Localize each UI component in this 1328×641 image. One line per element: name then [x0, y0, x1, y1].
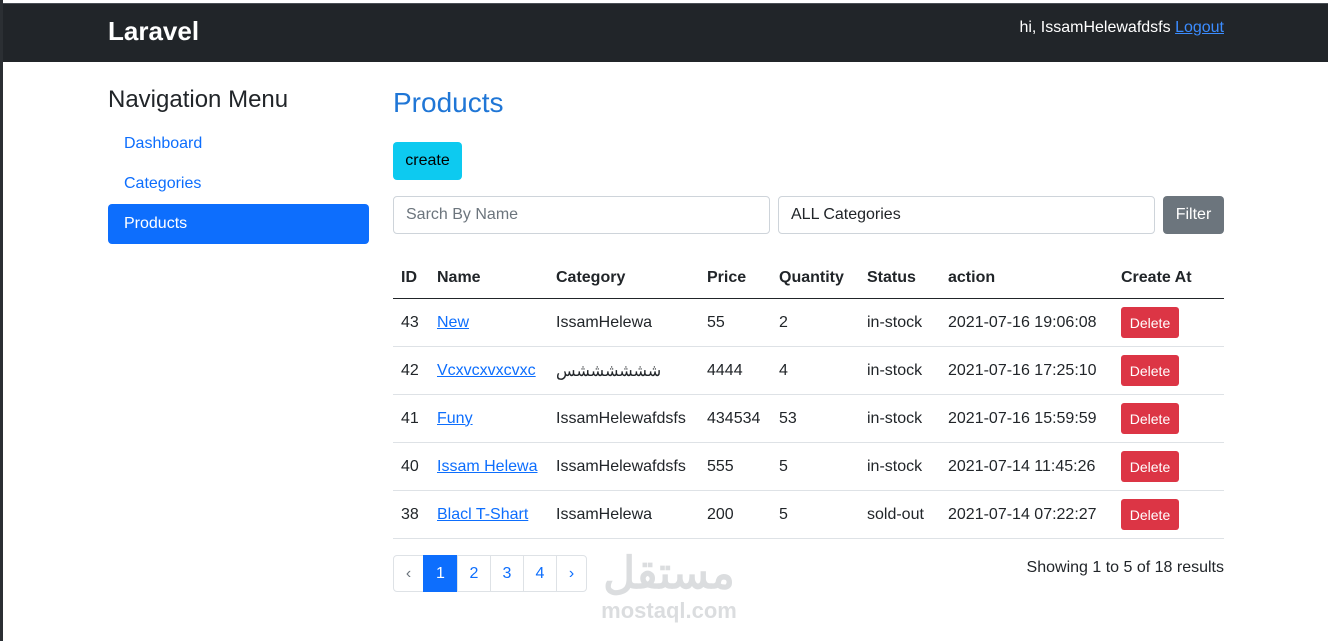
- cell-price: 434534: [699, 394, 771, 443]
- user-greeting: hi, IssamHelewafdsfs Logout: [1019, 19, 1224, 37]
- cell-id: 41: [393, 394, 429, 443]
- column-header: ID: [393, 258, 429, 299]
- cell-id: 40: [393, 442, 429, 491]
- results-summary: Showing 1 to 5 of 18 results: [1026, 559, 1224, 576]
- cell-created: 2021-07-16 19:06:08: [940, 298, 1113, 347]
- cell-status: in-stock: [859, 346, 940, 395]
- cell-quantity: 2: [771, 298, 859, 347]
- cell-action: Delete: [1113, 298, 1224, 347]
- create-button[interactable]: create: [393, 142, 462, 180]
- cell-created: 2021-07-14 11:45:26: [940, 442, 1113, 491]
- cell-quantity: 5: [771, 490, 859, 539]
- product-name-link[interactable]: New: [437, 314, 469, 331]
- sidebar-item-products[interactable]: Products: [108, 204, 369, 244]
- search-input[interactable]: [393, 196, 770, 234]
- sidebar-item-dashboard[interactable]: Dashboard: [108, 124, 369, 164]
- delete-button[interactable]: Delete: [1121, 499, 1179, 530]
- cell-created: 2021-07-16 15:59:59: [940, 394, 1113, 443]
- category-select[interactable]: ALL Categories: [778, 196, 1155, 234]
- pagination-prev[interactable]: ‹: [393, 555, 424, 592]
- pagination: ‹ 1 2 3 4 ›: [393, 555, 587, 592]
- delete-button[interactable]: Delete: [1121, 307, 1179, 338]
- table-header-row: ID Name Category Price Quantity Status a…: [393, 258, 1224, 299]
- table-row: 41 Funy IssamHelewafdsfs 434534 53 in-stock 20…: [393, 394, 1224, 443]
- filter-button[interactable]: Filter: [1163, 196, 1224, 234]
- filter-form: ALL Categories Filter: [393, 196, 1224, 234]
- pagination-page-2[interactable]: 2: [457, 555, 491, 592]
- sidebar-item-categories[interactable]: Categories: [108, 164, 369, 204]
- cell-status: sold-out: [859, 490, 940, 539]
- cell-name: Vcxvcxvxcvxc: [429, 346, 548, 395]
- table-row: 38 Blacl T-Shart IssamHelewa 200 5 sold-out 20…: [393, 490, 1224, 539]
- cell-category: IssamHelewafdsfs: [548, 442, 699, 491]
- product-name-link[interactable]: Vcxvcxvxcvxc: [437, 362, 536, 379]
- cell-name: Issam Helewa: [429, 442, 548, 491]
- cell-status: in-stock: [859, 394, 940, 443]
- table-row: 43 New IssamHelewa 55 2 in-stock 2021-07-16 19…: [393, 298, 1224, 347]
- pagination-page-1[interactable]: 1: [423, 555, 458, 592]
- cell-category: IssamHelewa: [548, 298, 699, 347]
- cell-name: Funy: [429, 394, 548, 443]
- cell-quantity: 53: [771, 394, 859, 443]
- window-left-edge: [0, 0, 3, 641]
- sidebar: Navigation Menu Dashboard Categories Pro…: [108, 86, 369, 244]
- watermark-arabic: مستقل: [603, 549, 735, 598]
- cell-created: 2021-07-14 07:22:27: [940, 490, 1113, 539]
- cell-category: IssamHelewa: [548, 490, 699, 539]
- column-header: Price: [699, 258, 771, 299]
- cell-created: 2021-07-16 17:25:10: [940, 346, 1113, 395]
- product-name-link[interactable]: Blacl T-Shart: [437, 506, 528, 523]
- cell-category: IssamHelewafdsfs: [548, 394, 699, 443]
- cell-action: Delete: [1113, 490, 1224, 539]
- cell-status: in-stock: [859, 442, 940, 491]
- column-header: Name: [429, 258, 548, 299]
- cell-name: Blacl T-Shart: [429, 490, 548, 539]
- cell-price: 4444: [699, 346, 771, 395]
- table-row: 40 Issam Helewa IssamHelewafdsfs 555 5 in-sto…: [393, 442, 1224, 491]
- pagination-page-3[interactable]: 3: [490, 555, 524, 592]
- logout-link[interactable]: Logout: [1175, 19, 1224, 36]
- product-name-link[interactable]: Funy: [437, 410, 473, 427]
- cell-category: ششششششس: [548, 346, 699, 395]
- cell-status: in-stock: [859, 298, 940, 347]
- sidebar-title: Navigation Menu: [108, 86, 289, 113]
- table-row: 42 Vcxvcxvxcvxc ششششششس 4444 4 in-stock 2021-0…: [393, 346, 1224, 395]
- delete-button[interactable]: Delete: [1121, 451, 1179, 482]
- product-name-link[interactable]: Issam Helewa: [437, 458, 537, 475]
- cell-id: 38: [393, 490, 429, 539]
- cell-name: New: [429, 298, 548, 347]
- cell-price: 555: [699, 442, 771, 491]
- column-header: Create At: [1113, 258, 1224, 299]
- brand-logo[interactable]: Laravel: [108, 16, 199, 47]
- main-content: Products create ALL Categories Filter ID…: [393, 86, 1224, 592]
- mostaql-watermark: مستقل mostaql.com: [584, 550, 754, 624]
- watermark-latin: mostaql.com: [601, 598, 737, 623]
- column-header: Category: [548, 258, 699, 299]
- cell-action: Delete: [1113, 442, 1224, 491]
- delete-button[interactable]: Delete: [1121, 403, 1179, 434]
- cell-price: 200: [699, 490, 771, 539]
- cell-id: 42: [393, 346, 429, 395]
- page-title: Products: [393, 87, 504, 118]
- cell-quantity: 5: [771, 442, 859, 491]
- column-header: Status: [859, 258, 940, 299]
- pagination-next[interactable]: ›: [556, 555, 587, 592]
- cell-action: Delete: [1113, 346, 1224, 395]
- delete-button[interactable]: Delete: [1121, 355, 1179, 386]
- cell-quantity: 4: [771, 346, 859, 395]
- cell-id: 43: [393, 298, 429, 347]
- column-header: action: [940, 258, 1113, 299]
- column-header: Quantity: [771, 258, 859, 299]
- greeting-text: hi, IssamHelewafdsfs: [1019, 19, 1171, 36]
- products-table: ID Name Category Price Quantity Status a…: [393, 258, 1224, 539]
- cell-action: Delete: [1113, 394, 1224, 443]
- top-navbar: Laravel hi, IssamHelewafdsfs Logout: [3, 3, 1328, 62]
- pagination-page-4[interactable]: 4: [523, 555, 557, 592]
- cell-price: 55: [699, 298, 771, 347]
